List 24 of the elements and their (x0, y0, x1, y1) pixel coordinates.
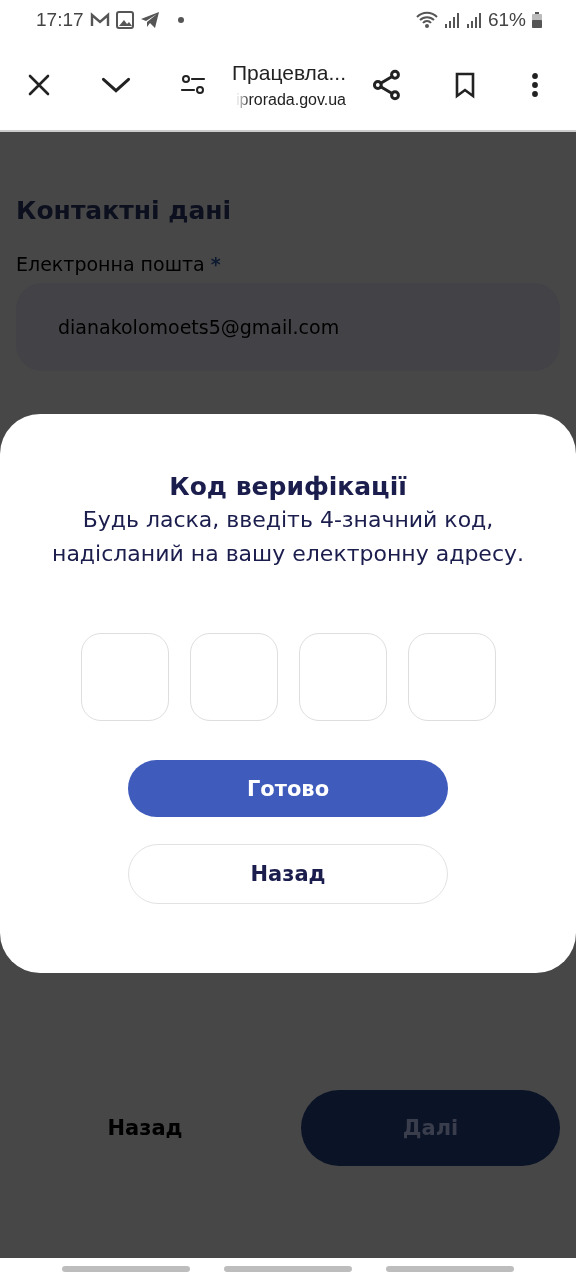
signal-icon (465, 12, 482, 28)
code-digit-field[interactable] (298, 633, 387, 721)
page-title: Працевла... (231, 61, 346, 85)
section-heading: Контактні дані (16, 196, 233, 225)
clock: 17:17 (36, 9, 84, 31)
back-button[interactable]: Назад (0, 1090, 290, 1166)
dot-icon (177, 17, 184, 23)
done-button[interactable]: Готово (128, 760, 448, 817)
battery-percent: 61% (487, 9, 526, 31)
send-icon (139, 11, 160, 29)
email-label: Електронна пошта * (16, 253, 222, 275)
dialog-message: Будь ласка, введіть 4-значний код, надісланий на вашу електронну адресу. (51, 506, 525, 568)
code-digit-field[interactable] (80, 633, 169, 721)
code-digit-field[interactable] (407, 633, 496, 721)
signal-icon (443, 12, 460, 28)
back-button[interactable]: Назад (128, 844, 448, 904)
wifi-icon (415, 11, 438, 29)
code-digit-field[interactable] (189, 633, 278, 721)
email-field[interactable]: dianakolomoets5@gmail.com (16, 283, 560, 371)
image-icon (115, 11, 134, 29)
dialog-title: Код верифікації (169, 472, 407, 501)
battery-icon (532, 12, 542, 28)
page-url: iprorada.gov.ua (236, 91, 346, 109)
mail-icon (89, 12, 110, 28)
